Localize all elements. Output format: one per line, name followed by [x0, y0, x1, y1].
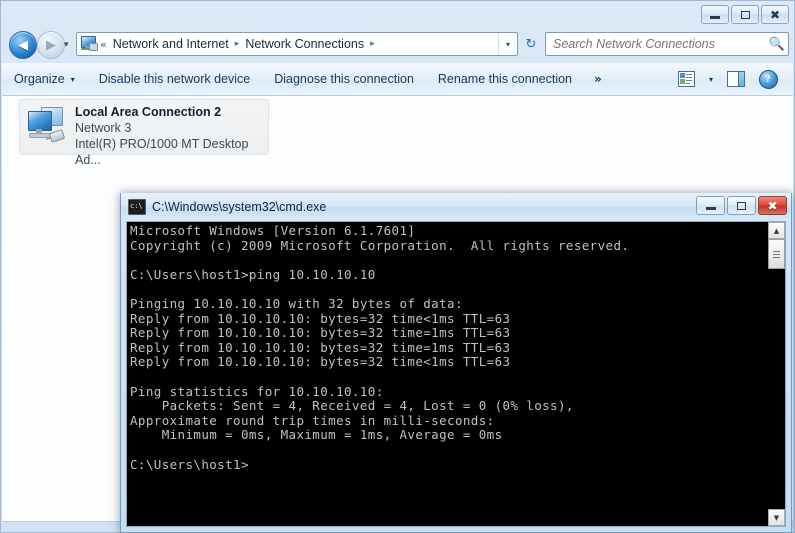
breadcrumb-network-connections[interactable]: Network Connections [243, 37, 366, 51]
disable-network-device-button[interactable]: Disable this network device [87, 64, 262, 94]
preview-pane-button[interactable] [721, 66, 751, 92]
diagnose-connection-button[interactable]: Diagnose this connection [262, 64, 426, 94]
close-icon: ✖ [769, 7, 781, 22]
breadcrumb-separator-end[interactable]: ▸ [366, 39, 379, 49]
maximize-button[interactable] [727, 196, 756, 215]
forward-arrow-icon: ▶ [46, 37, 56, 53]
minimize-icon [710, 16, 720, 19]
console-output: Microsoft Windows [Version 6.1.7601] Cop… [130, 223, 630, 472]
scroll-up-button[interactable]: ▲ [768, 222, 785, 239]
refresh-icon: ↻ [525, 36, 537, 52]
chevron-down-icon: ▾ [708, 74, 713, 84]
cmd-window-title: C:\Windows\system32\cmd.exe [152, 200, 327, 214]
explorer-window-controls: ✖ [701, 5, 789, 24]
scrollbar-grip-icon [773, 250, 780, 258]
search-input[interactable] [546, 36, 766, 52]
change-view-dropdown[interactable]: ▾ [703, 66, 719, 92]
desktop-background: ✖ ◀ ▶ ▾ « Network and Internet ▸ Network… [0, 0, 795, 533]
connection-network: Network 3 [75, 121, 132, 135]
minimize-button[interactable] [701, 5, 729, 24]
recent-pages-button[interactable]: ▾ [64, 40, 69, 50]
network-adapter-icon [24, 106, 70, 150]
search-icon[interactable]: 🔍 [766, 33, 788, 55]
back-arrow-icon: ◀ [18, 37, 28, 53]
scrollbar-track[interactable] [768, 239, 785, 509]
cmd-console-icon [128, 199, 146, 215]
toolbar-overflow-button[interactable]: » [584, 72, 612, 86]
scrollbar-thumb[interactable] [768, 239, 785, 269]
rename-connection-button[interactable]: Rename this connection [426, 64, 584, 94]
breadcrumb-network-and-internet[interactable]: Network and Internet [111, 37, 231, 51]
close-button[interactable]: ✖ [761, 5, 789, 24]
console-scrollbar[interactable]: ▲ ▼ [767, 222, 785, 526]
refresh-button[interactable]: ↻ [520, 32, 542, 56]
close-button[interactable]: ✖ [758, 196, 787, 215]
command-bar-right-group: ▾ ? [671, 66, 793, 92]
list-item[interactable]: Local Area Connection 2 Network 3 Intel(… [19, 99, 269, 167]
organize-label: Organize [14, 72, 65, 86]
maximize-icon [740, 10, 750, 19]
address-dropdown-button[interactable]: ▾ [498, 33, 517, 55]
connection-details: Local Area Connection 2 Network 3 Intel(… [75, 104, 268, 168]
cmd-title-bar[interactable]: C:\Windows\system32\cmd.exe ✖ [121, 193, 791, 221]
search-box[interactable]: 🔍 [545, 32, 789, 56]
explorer-navigation-bar: ◀ ▶ ▾ « Network and Internet ▸ Network C… [1, 30, 794, 60]
address-overflow-chevrons[interactable]: « [97, 38, 111, 51]
explorer-title-bar[interactable]: ✖ [1, 1, 794, 29]
help-icon: ? [758, 69, 778, 89]
console-area[interactable]: Microsoft Windows [Version 6.1.7601] Cop… [126, 221, 786, 527]
cmd-window-controls: ✖ [696, 196, 787, 215]
minimize-icon [705, 207, 716, 210]
connection-adapter: Intel(R) PRO/1000 MT Desktop Ad... [75, 137, 249, 167]
breadcrumb-separator[interactable]: ▸ [231, 39, 244, 49]
maximize-icon [737, 201, 746, 210]
command-prompt-window: C:\Windows\system32\cmd.exe ✖ Microsoft … [120, 193, 792, 533]
organize-button[interactable]: Organize ▾ [2, 64, 87, 94]
forward-button[interactable]: ▶ [37, 31, 65, 59]
close-icon: ✖ [767, 198, 778, 213]
change-view-button[interactable] [671, 66, 701, 92]
back-button[interactable]: ◀ [9, 31, 37, 59]
address-bar[interactable]: « Network and Internet ▸ Network Connect… [76, 32, 518, 56]
connection-name: Local Area Connection 2 [75, 105, 222, 119]
chevron-down-icon: ▾ [70, 74, 75, 84]
preview-pane-icon [727, 71, 745, 87]
view-list-icon [677, 71, 695, 87]
minimize-button[interactable] [696, 196, 725, 215]
help-button[interactable]: ? [753, 66, 783, 92]
maximize-button[interactable] [731, 5, 759, 24]
network-connections-icon [80, 36, 98, 52]
explorer-command-bar: Organize ▾ Disable this network device D… [2, 63, 793, 96]
scroll-down-button[interactable]: ▼ [768, 509, 785, 526]
